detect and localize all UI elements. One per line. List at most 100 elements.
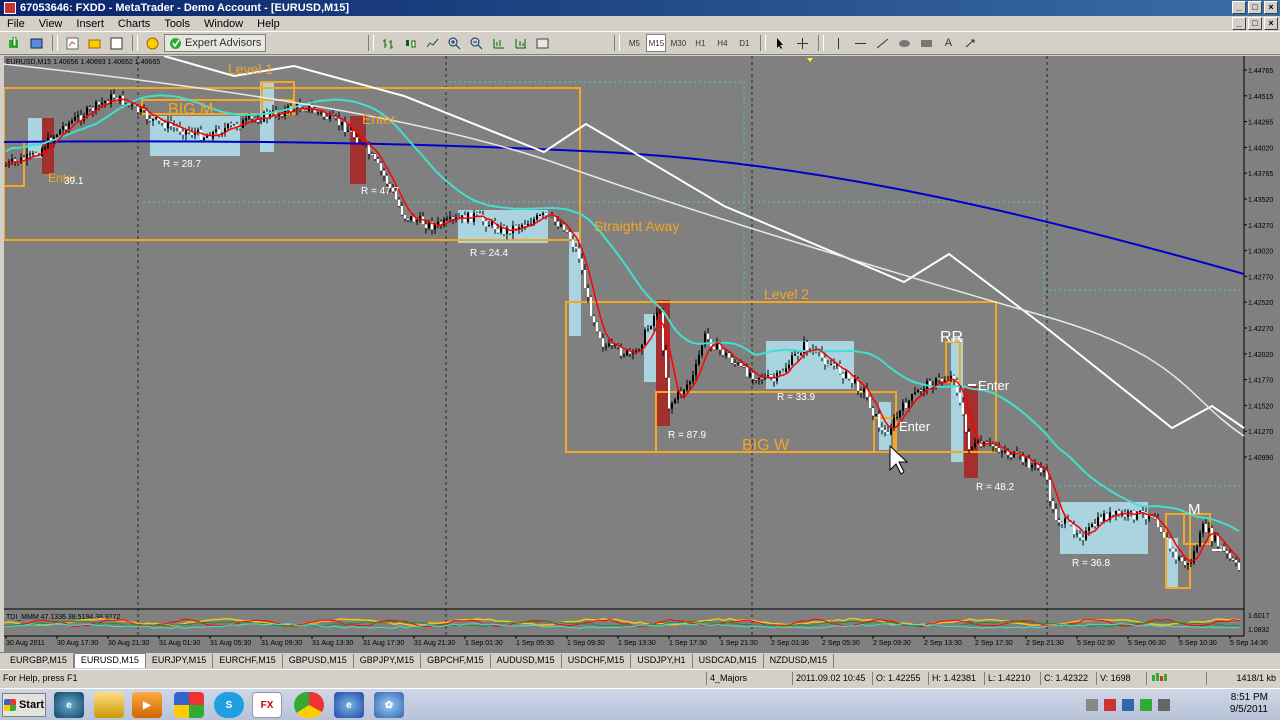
app-icon-blue[interactable]: ✿: [374, 692, 404, 718]
tab-gbpjpy[interactable]: GBPJPY,M15: [354, 654, 422, 668]
candle-body: [497, 229, 499, 233]
vertical-line-icon[interactable]: [828, 34, 848, 52]
tab-gbpchf[interactable]: GBPCHF,M15: [421, 654, 491, 668]
skype-icon[interactable]: S: [214, 692, 244, 718]
menu-file[interactable]: File: [0, 18, 32, 30]
tray-icon[interactable]: [1122, 699, 1134, 711]
tab-eurgbp[interactable]: EURGBP,M15: [4, 654, 74, 668]
period-m15[interactable]: M15: [646, 34, 667, 52]
templates-icon[interactable]: [532, 34, 552, 52]
new-order-icon[interactable]: [4, 34, 24, 52]
line-chart-icon[interactable]: [422, 34, 442, 52]
folder-icon[interactable]: [94, 692, 124, 718]
period-m5[interactable]: M5: [624, 34, 644, 52]
chrome-icon[interactable]: [294, 692, 324, 718]
metaeditor-icon[interactable]: [142, 34, 162, 52]
candle-body: [131, 104, 133, 106]
time-label: 31 Aug 21:30: [414, 640, 455, 647]
candle-body: [1151, 516, 1153, 518]
candle-body: [521, 224, 523, 228]
candle-body: [656, 312, 658, 317]
candle-body: [215, 129, 217, 132]
candle-body: [797, 354, 799, 356]
menu-window[interactable]: Window: [197, 18, 250, 30]
candle-body: [1163, 532, 1165, 538]
tab-eurjpy[interactable]: EURJPY,M15: [146, 654, 214, 668]
internet-explorer-2-icon[interactable]: e: [334, 692, 364, 718]
profiles-icon[interactable]: [26, 34, 46, 52]
child-close-button[interactable]: ×: [1264, 17, 1278, 30]
tab-nzdusd[interactable]: NZDUSD,M15: [764, 654, 835, 668]
chart-canvas[interactable]: Level 1 BIG M Enter Enter Straight Away …: [4, 56, 1280, 652]
label-m: M: [1188, 501, 1201, 518]
menu-insert[interactable]: Insert: [69, 18, 111, 30]
minimize-button[interactable]: _: [1232, 1, 1246, 14]
candlestick-icon[interactable]: [400, 34, 420, 52]
zoom-in-icon[interactable]: [444, 34, 464, 52]
tray-icon[interactable]: [1140, 699, 1152, 711]
start-button[interactable]: Start: [2, 693, 46, 717]
menu-view[interactable]: View: [32, 18, 70, 30]
time-label: 30 Aug 2011: [6, 640, 45, 647]
trendline-icon[interactable]: [872, 34, 892, 52]
time-label: 31 Aug 09:30: [261, 640, 302, 647]
windows-icon[interactable]: [174, 692, 204, 718]
ellipse-icon[interactable]: [894, 34, 914, 52]
candle-body: [341, 121, 343, 126]
menu-charts[interactable]: Charts: [111, 18, 157, 30]
tray-icon[interactable]: [1086, 699, 1098, 711]
label-r1: R = 28.7: [163, 159, 202, 170]
chart-shift-icon[interactable]: [510, 34, 530, 52]
maximize-button[interactable]: □: [1248, 1, 1262, 14]
candle-body: [863, 388, 865, 393]
fxdd-icon[interactable]: FX: [252, 692, 282, 718]
crosshair-icon[interactable]: [792, 34, 812, 52]
expert-advisors-button[interactable]: Expert Advisors: [164, 34, 267, 52]
internet-explorer-icon[interactable]: e: [54, 692, 84, 718]
menu-tools[interactable]: Tools: [157, 18, 197, 30]
bar-chart-icon[interactable]: [378, 34, 398, 52]
navigator-icon[interactable]: [84, 34, 104, 52]
text-icon[interactable]: A: [938, 34, 958, 52]
candle-body: [938, 378, 940, 380]
tab-usdchf[interactable]: USDCHF,M15: [562, 654, 632, 668]
candle-body: [962, 402, 964, 415]
child-restore-button[interactable]: □: [1248, 17, 1262, 30]
rectangle-icon[interactable]: [916, 34, 936, 52]
tray-icon[interactable]: [1104, 699, 1116, 711]
candle-body: [737, 363, 739, 365]
close-button[interactable]: ×: [1264, 1, 1278, 14]
tab-usdcad[interactable]: USDCAD,M15: [693, 654, 764, 668]
period-h1[interactable]: H1: [690, 34, 710, 52]
media-player-icon[interactable]: ▶: [132, 692, 162, 718]
tab-eurchf[interactable]: EURCHF,M15: [213, 654, 283, 668]
candle-body: [1034, 463, 1036, 465]
time-label: 2 Sep 05:30: [822, 640, 860, 647]
cursor-icon[interactable]: [770, 34, 790, 52]
candle-body: [860, 390, 862, 393]
period-h4[interactable]: H4: [712, 34, 732, 52]
candle-body: [1061, 522, 1063, 524]
candle-body: [1010, 455, 1012, 458]
candle-body: [1238, 562, 1240, 571]
tab-eurusd[interactable]: EURUSD,M15: [73, 653, 146, 668]
price-label: 1.44515: [1248, 94, 1273, 101]
period-d1[interactable]: D1: [734, 34, 754, 52]
horizontal-line-icon[interactable]: [850, 34, 870, 52]
candle-body: [692, 375, 694, 382]
tab-gbpusd[interactable]: GBPUSD,M15: [283, 654, 354, 668]
candle-body: [662, 311, 664, 351]
terminal-icon[interactable]: [106, 34, 126, 52]
menu-help[interactable]: Help: [250, 18, 287, 30]
tab-audusd[interactable]: AUDUSD,M15: [491, 654, 562, 668]
price-chart[interactable]: Level 1 BIG M Enter Enter Straight Away …: [4, 56, 1280, 652]
market-watch-icon[interactable]: [62, 34, 82, 52]
tray-icon[interactable]: [1158, 699, 1170, 711]
tab-usdjpy[interactable]: USDJPY,H1: [631, 654, 693, 668]
child-minimize-button[interactable]: _: [1232, 17, 1246, 30]
system-clock[interactable]: 8:51 PM 9/5/2011: [1230, 692, 1268, 716]
arrows-icon[interactable]: [960, 34, 980, 52]
period-m30[interactable]: M30: [668, 34, 688, 52]
tile-icon[interactable]: [488, 34, 508, 52]
zoom-out-icon[interactable]: [466, 34, 486, 52]
